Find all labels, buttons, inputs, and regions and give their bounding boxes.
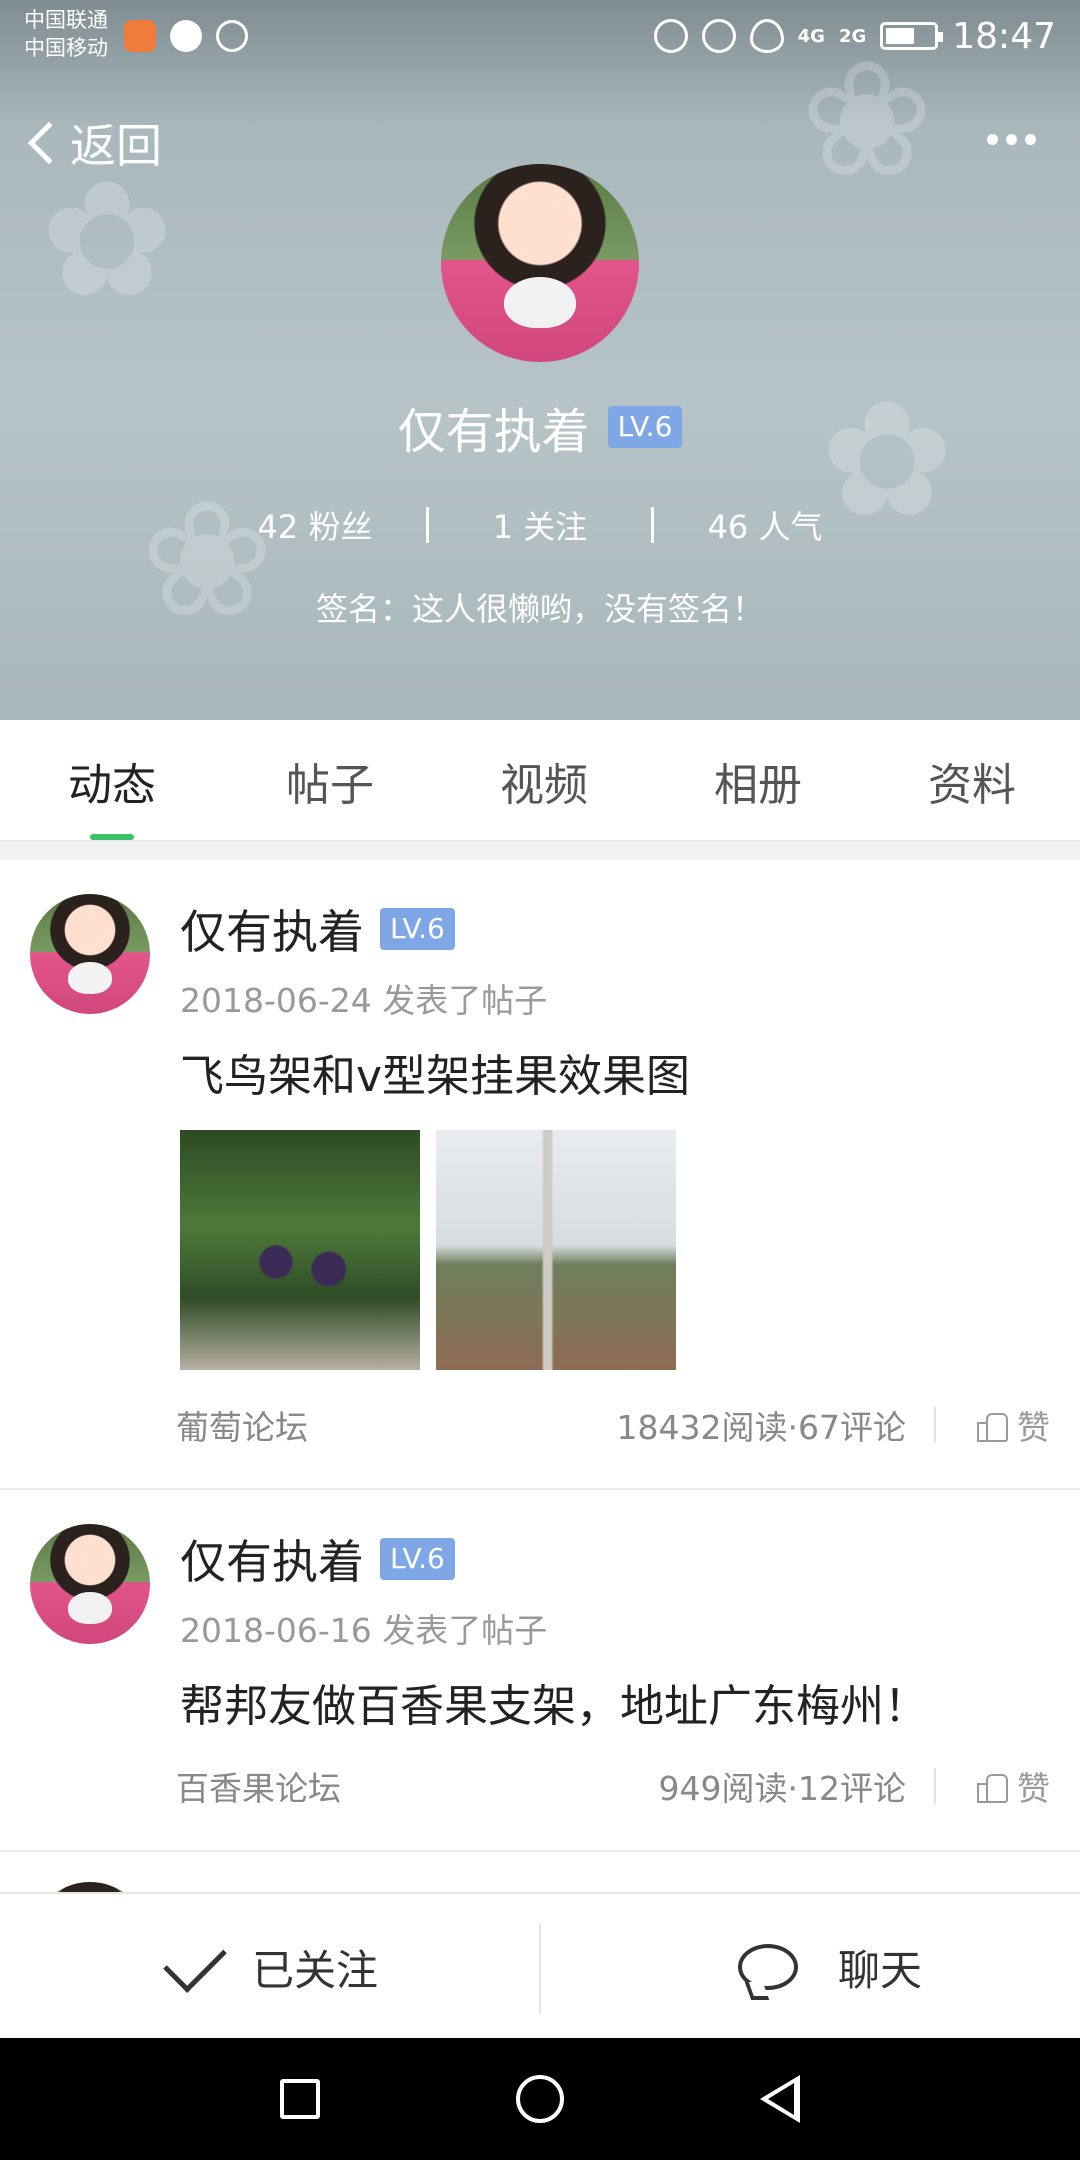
followed-button[interactable]: 已关注 xyxy=(163,1894,379,2040)
follow-count[interactable]: 1 关注 xyxy=(429,502,651,548)
level-badge: LV.6 xyxy=(380,1538,455,1580)
level-badge: LV.6 xyxy=(380,908,455,950)
tab-feed[interactable]: 动态 xyxy=(4,720,220,842)
post-author-avatar[interactable] xyxy=(30,894,150,1014)
background-pattern: ✿ xyxy=(40,146,175,333)
post-image-grapes[interactable] xyxy=(180,1130,420,1370)
like-button[interactable]: 赞 xyxy=(977,1401,1050,1449)
signal-2g-icon: 2G xyxy=(838,25,867,47)
forum-link[interactable]: 葡萄论坛 xyxy=(176,1401,308,1449)
post-date: 2018-06-24 发表了帖子 xyxy=(180,981,548,1020)
status-bar: 中国联通 中国移动 4G 2G 18:47 xyxy=(0,0,1080,72)
chat-label: 聊天 xyxy=(838,1945,923,1995)
video-app-icon xyxy=(124,20,156,52)
post-footer: 葡萄论坛 18432阅读·67评论 赞 xyxy=(0,1395,1080,1455)
profile-avatar[interactable] xyxy=(441,164,639,362)
post-stats: 18432阅读·67评论 xyxy=(616,1408,906,1447)
bottom-action-bar: 已关注 聊天 xyxy=(0,1892,1080,2038)
back-button[interactable]: 返回 xyxy=(20,108,162,178)
carrier-name-2: 中国移动 xyxy=(24,36,108,60)
thumbs-up-icon xyxy=(977,1410,1008,1442)
post-stats: 949阅读·12评论 xyxy=(658,1769,906,1808)
carrier-name-1: 中国联通 xyxy=(24,8,108,32)
more-dot-icon xyxy=(987,134,998,145)
alarm-icon xyxy=(701,19,736,53)
battery-icon xyxy=(880,22,944,50)
profile-name-row: 仅有执着 LV.6 xyxy=(0,392,1080,462)
tab-albums[interactable]: 相册 xyxy=(650,720,866,842)
system-nav-bar xyxy=(0,2038,1080,2160)
triangle-back-icon xyxy=(760,2075,800,2123)
followed-label: 已关注 xyxy=(252,1945,379,1995)
post-divider xyxy=(0,1850,1080,1852)
tab-profile-info[interactable]: 资料 xyxy=(864,720,1080,842)
popularity-count: 46 人气 xyxy=(707,508,823,546)
forum-link[interactable]: 百香果论坛 xyxy=(176,1762,341,1810)
circle-icon xyxy=(516,2075,564,2123)
check-icon xyxy=(163,1929,227,1993)
like-label: 赞 xyxy=(1017,1769,1050,1808)
thumbs-up-icon xyxy=(977,1771,1008,1803)
signature-text: 签名：这人很懒哟，没有签名！ xyxy=(315,590,764,628)
shield-app-icon xyxy=(216,20,248,52)
post-title[interactable]: 帮邦友做百香果支架，地址广东梅州！ xyxy=(180,1670,928,1734)
profile-stats: 42 粉丝 1 关注 46 人气 xyxy=(0,502,1080,548)
post-author-name[interactable]: 仅有执着 xyxy=(180,896,364,962)
post-footer: 百香果论坛 949阅读·12评论 赞 xyxy=(0,1756,1080,1816)
profile-tabs: 动态 帖子 视频 相册 资料 xyxy=(0,720,1080,842)
chat-button[interactable]: 聊天 xyxy=(738,1894,922,2040)
post-date: 2018-06-16 发表了帖子 xyxy=(180,1611,548,1650)
status-icons: 4G 2G 18:47 xyxy=(653,12,1056,60)
post-author-row: 仅有执着 LV.6 xyxy=(180,896,455,962)
square-icon xyxy=(280,2079,320,2119)
feed-post[interactable]: 仅有执着 LV.6 2018-06-16 发表了帖子 帮邦友做百香果支架，地址广… xyxy=(0,1490,1080,1850)
carrier-info: 中国联通 中国移动 xyxy=(24,6,108,62)
tab-posts[interactable]: 帖子 xyxy=(222,720,438,842)
post-image-trellis[interactable] xyxy=(436,1130,676,1370)
section-gap xyxy=(0,842,1080,860)
fans-count[interactable]: 42 粉丝 xyxy=(204,502,426,548)
like-button[interactable]: 赞 xyxy=(977,1762,1050,1810)
active-tab-indicator xyxy=(90,834,134,840)
back-label: 返回 xyxy=(70,119,162,173)
more-options-button[interactable] xyxy=(987,134,1036,145)
level-badge: LV.6 xyxy=(607,406,683,448)
chevron-left-icon xyxy=(27,121,71,165)
post-author-avatar[interactable] xyxy=(30,1524,150,1644)
message-app-icon xyxy=(170,20,202,52)
like-label: 赞 xyxy=(1017,1408,1050,1447)
more-dot-icon xyxy=(1025,134,1036,145)
chat-bubble-icon xyxy=(738,1944,798,1990)
recent-apps-button[interactable] xyxy=(240,2038,360,2160)
battery-level xyxy=(886,28,915,44)
post-images xyxy=(180,1130,676,1370)
eye-comfort-icon xyxy=(749,19,784,53)
post-title[interactable]: 飞鸟架和v型架挂果效果图 xyxy=(180,1040,690,1104)
data-saver-icon xyxy=(653,19,688,53)
more-dot-icon xyxy=(1006,134,1017,145)
footer-divider xyxy=(934,1768,936,1804)
signal-4g-icon: 4G xyxy=(797,25,825,47)
clock: 18:47 xyxy=(952,15,1056,57)
profile-name: 仅有执着 xyxy=(397,404,590,460)
post-author-row: 仅有执着 LV.6 xyxy=(180,1526,455,1592)
home-button[interactable] xyxy=(480,2038,600,2160)
nav-back-button[interactable] xyxy=(720,2038,840,2160)
footer-divider xyxy=(934,1407,936,1443)
feed-post[interactable]: 仅有执着 LV.6 2018-06-24 发表了帖子 飞鸟架和v型架挂果效果图 … xyxy=(0,860,1080,1488)
post-author-name[interactable]: 仅有执着 xyxy=(180,1526,364,1592)
bottom-bar-divider xyxy=(539,1924,541,2014)
profile-header: ✿ ❀ ✿ ❀ 中国联通 中国移动 4G 2G 18:47 返回 仅有执着 LV… xyxy=(0,0,1080,720)
tab-videos[interactable]: 视频 xyxy=(436,720,652,842)
